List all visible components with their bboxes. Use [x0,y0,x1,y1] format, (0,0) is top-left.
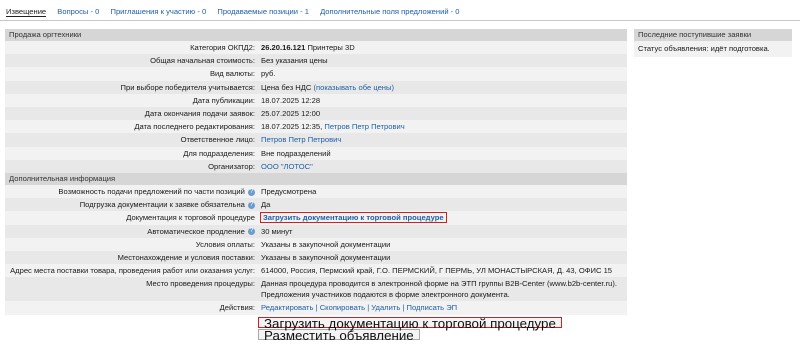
row-label: Организатор: [208,161,255,171]
row-label: Адрес места поставки товара, проведения … [10,266,255,276]
sidebar-title: Последние поступившие заявки [634,29,792,41]
row-value: 30 минут [261,226,293,236]
publish-button[interactable]: Разместить объявление [258,329,420,342]
row-label: Место проведения процедуры: [146,279,255,289]
row-delivery-address: Адрес места поставки товара, проведения … [5,264,627,278]
row-delivery-terms: Местонахождение и условия поставки: Указ… [5,251,627,265]
responsible-person-link[interactable]: Петров Петр Петрович [261,135,341,144]
organizer-link[interactable]: ООО "ЛОТОС" [261,162,313,171]
tab-notice[interactable]: Извещение [6,7,47,17]
row-value: Указаны в закупочной документации [261,253,391,263]
row-label: Категория ОКПД2: [190,43,255,52]
row-procedure-place: Место проведения процедуры: Данная проце… [5,277,627,302]
tab-extra-fields[interactable]: Дополнительные поля предложений - 0 [320,7,459,16]
upload-docs-link[interactable]: Загрузить документацию к торговой процед… [260,212,447,224]
notice-details: Продажа оргтехники Категория ОКПД2: 26.2… [5,29,627,315]
separator: | [402,303,405,313]
row-value: Цена без НДС [261,82,312,92]
copy-link[interactable]: Скопировать [320,303,365,312]
row-value: Данная процедура проводится в электронно… [261,279,618,289]
row-winner-criteria: При выборе победителя учитывается: Цена … [5,80,627,94]
row-value: 18.07.2025 12:35, [261,122,323,132]
tab-bar: Извещение Вопросы - 0 Приглашения к учас… [6,7,469,19]
row-value: Да [261,200,271,210]
row-label: Для подразделения: [183,148,255,158]
row-value: 614000, Россия, Пермский край, Г.О. ПЕРМ… [261,266,613,276]
row-label: Ответственное лицо: [180,135,255,145]
row-label: Автоматическое продление [147,226,245,236]
help-icon[interactable]: ? [248,201,255,209]
main-info-rows: Категория ОКПД2: 26.20.16.121 Принтеры 3… [5,41,627,174]
row-value: 25.07.2025 12:00 [261,109,321,119]
row-label: Вид валюты: [209,69,255,79]
show-both-prices-link[interactable]: (показывать обе цены) [314,83,394,92]
row-label: Подгрузка документации к заявке обязател… [79,200,245,210]
row-label: Условия оплаты: [195,239,255,249]
row-currency: Вид валюты: руб. [5,67,627,81]
row-label: Дата публикации: [192,95,255,105]
row-department: Для подразделения: Вне подразделений [5,146,627,160]
notice-status: Статус объявления: идёт подготовка. [634,41,792,57]
row-value: 18.07.2025 12:28 [261,95,321,105]
tab-questions[interactable]: Вопросы - 0 [57,7,99,16]
help-icon[interactable]: ? [248,188,255,196]
row-deadline: Дата окончания подачи заявок: 25.07.2025… [5,107,627,121]
separator: | [367,303,370,313]
row-label: Дата последнего редактирования: [134,122,255,132]
edit-link[interactable]: Редактировать [261,303,313,312]
row-okpd2: Категория ОКПД2: 26.20.16.121 Принтеры 3… [5,41,627,55]
delete-link[interactable]: Удалить [371,303,400,312]
row-initial-cost: Общая начальная стоимость: Без указания … [5,54,627,68]
row-payment-terms: Условия оплаты: Указаны в закупочной док… [5,237,627,252]
section-title-main: Продажа оргтехники [5,29,627,41]
row-actions: Действия: Редактировать | Скопировать | … [5,301,627,315]
row-label: Действия: [219,303,255,313]
okpd2-name: Принтеры 3D [305,43,355,52]
row-partial-offers: Возможность подачи предложений по части … [5,185,627,199]
row-label: Дата окончания подачи заявок: [144,109,255,119]
section-title-additional: Дополнительная информация [5,173,627,186]
row-publish-date: Дата публикации: 18.07.2025 12:28 [5,93,627,108]
sidebar: Последние поступившие заявки Статус объя… [634,29,792,57]
additional-info-rows: Возможность подачи предложений по части … [5,185,627,315]
help-icon[interactable]: ? [248,228,255,236]
row-label: Общая начальная стоимость: [150,56,255,66]
editor-link[interactable]: Петров Петр Петрович [324,122,404,131]
row-label: Местонахождение и условия поставки: [117,253,255,263]
row-organizer: Организатор: ООО "ЛОТОС" [5,159,627,174]
row-value-line2: Предложения участников подаются в форме … [261,290,510,300]
row-value: Без указания цены [261,56,328,66]
row-responsible: Ответственное лицо: Петров Петр Петрович [5,133,627,147]
row-docs-required: Подгрузка документации к заявке обязател… [5,198,627,212]
separator: | [315,303,318,313]
action-buttons: Загрузить документацию к торговой процед… [258,317,562,342]
row-value: Вне подразделений [261,148,331,158]
row-value: руб. [261,69,276,79]
tabs-divider [0,20,800,21]
row-value: Указаны в закупочной документации [261,239,391,249]
row-value: Предусмотрена [261,187,317,197]
row-auto-extension: Автоматическое продление ? 30 минут [5,224,627,238]
sign-link[interactable]: Подписать ЭП [407,303,458,312]
tab-invitations[interactable]: Приглашения к участию - 0 [110,7,206,16]
row-procedure-docs: Документация к торговой процедуре Загруз… [5,211,627,225]
okpd2-code: 26.20.16.121 [261,43,306,52]
row-label: При выборе победителя учитывается: [120,82,255,92]
row-label: Возможность подачи предложений по части … [58,187,245,197]
upload-docs-button[interactable]: Загрузить документацию к торговой процед… [258,317,562,330]
row-label: Документация к торговой процедуре [126,213,255,223]
tab-positions[interactable]: Продаваемые позиции - 1 [217,7,309,16]
row-last-edit: Дата последнего редактирования: 18.07.20… [5,120,627,134]
